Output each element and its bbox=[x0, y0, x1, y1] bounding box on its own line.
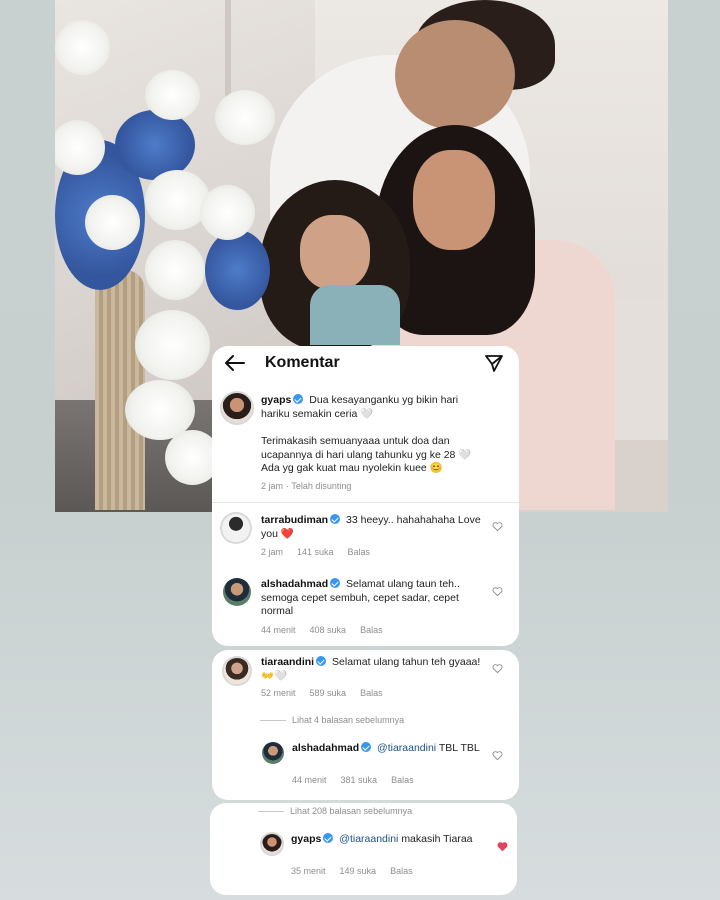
verified-badge-icon bbox=[323, 833, 334, 843]
reply-time: 44 menit bbox=[292, 775, 327, 785]
comment-meta: 44 menit 408 suka Balas bbox=[261, 625, 397, 635]
photo-white-flower bbox=[145, 240, 205, 300]
back-arrow-icon[interactable] bbox=[224, 354, 246, 372]
view-replies-label[interactable]: Lihat 4 balasan sebelumnya bbox=[292, 715, 404, 725]
reply-button[interactable]: Balas bbox=[360, 688, 383, 698]
comment-text: alshadahmad Selamat ulang taun teh.. sem… bbox=[261, 578, 489, 619]
photo-white-flower bbox=[145, 70, 200, 120]
avatar[interactable] bbox=[222, 514, 250, 542]
reply-body: makasih Tiaraa bbox=[401, 833, 473, 845]
more-line bbox=[260, 720, 286, 722]
username[interactable]: alshadahmad bbox=[261, 578, 328, 590]
photo-woman-face bbox=[413, 150, 495, 250]
comment-likes[interactable]: 408 suka bbox=[310, 625, 347, 635]
avatar[interactable] bbox=[222, 393, 252, 423]
reply-likes[interactable]: 149 suka bbox=[340, 866, 377, 876]
caption-meta: 2 jam · Telah disunting bbox=[261, 481, 365, 491]
heart-icon[interactable] bbox=[492, 663, 503, 674]
reply-button[interactable]: Balas bbox=[391, 775, 414, 785]
avatar[interactable] bbox=[224, 658, 250, 684]
caption-text: gyaps Dua kesayanganku yg bikin hari har… bbox=[261, 394, 481, 421]
photo-child-face bbox=[300, 215, 370, 290]
username[interactable]: gyaps bbox=[291, 833, 321, 845]
heart-icon[interactable] bbox=[492, 586, 503, 597]
verified-badge-icon bbox=[293, 394, 304, 404]
comment-likes[interactable]: 589 suka bbox=[310, 688, 347, 698]
comment-thread-card: tiaraandini Selamat ulang tahun teh gyaa… bbox=[212, 650, 519, 800]
username[interactable]: tiaraandini bbox=[261, 656, 314, 668]
reply-likes[interactable]: 381 suka bbox=[341, 775, 378, 785]
comment-meta: 52 menit 589 suka Balas bbox=[261, 688, 397, 698]
verified-badge-icon bbox=[316, 656, 327, 666]
heart-icon[interactable] bbox=[492, 521, 503, 532]
caption-time: 2 jam bbox=[261, 481, 284, 491]
comment-time: 52 menit bbox=[261, 688, 296, 698]
avatar[interactable] bbox=[262, 834, 282, 854]
comment-time: 2 jam bbox=[261, 547, 284, 557]
photo-blue-flowers bbox=[205, 230, 270, 310]
comment-meta: 2 jam 141 suka Balas bbox=[261, 547, 384, 557]
divider bbox=[212, 502, 519, 503]
comments-header: Komentar bbox=[212, 346, 519, 380]
photo-white-flower bbox=[145, 170, 210, 230]
mention-link[interactable]: @tiaraandini bbox=[339, 833, 398, 845]
verified-badge-icon bbox=[330, 578, 341, 588]
avatar[interactable] bbox=[223, 578, 251, 606]
more-line bbox=[258, 811, 284, 813]
reply-body: TBL TBL bbox=[438, 742, 480, 754]
reply-button[interactable]: Balas bbox=[390, 866, 413, 876]
avatar[interactable] bbox=[262, 742, 284, 764]
view-replies-label[interactable]: Lihat 208 balasan sebelumnya bbox=[290, 806, 412, 816]
photo-white-flower bbox=[200, 185, 255, 240]
comment-likes[interactable]: 141 suka bbox=[297, 547, 334, 557]
username[interactable]: alshadahmad bbox=[292, 742, 359, 754]
reply-meta: 35 menit 149 suka Balas bbox=[291, 866, 427, 876]
page-title: Komentar bbox=[265, 354, 340, 371]
reply-card: Lihat 208 balasan sebelumnya gyaps @tiar… bbox=[210, 803, 517, 895]
verified-badge-icon bbox=[330, 514, 341, 524]
caption-edited: · Telah disunting bbox=[286, 481, 352, 491]
photo-white-flower bbox=[55, 20, 110, 75]
photo-white-flower bbox=[85, 195, 140, 250]
comment-text: tiaraandini Selamat ulang tahun teh gyaa… bbox=[261, 656, 489, 683]
mention-link[interactable]: @tiaraandini bbox=[377, 742, 436, 754]
view-previous-replies[interactable]: Lihat 4 balasan sebelumnya bbox=[260, 715, 404, 725]
username[interactable]: gyaps bbox=[261, 394, 291, 406]
photo-child-dress bbox=[310, 285, 400, 345]
photo-white-flower bbox=[215, 90, 275, 145]
comment-text: tarrabudiman 33 heeyy.. hahahahaha Love … bbox=[261, 514, 491, 541]
verified-badge-icon bbox=[361, 742, 372, 752]
reply-button[interactable]: Balas bbox=[348, 547, 371, 557]
comments-card: Komentar gyaps Dua kesayanganku yg bikin… bbox=[212, 346, 519, 646]
send-icon[interactable] bbox=[484, 353, 504, 373]
reply-time: 35 menit bbox=[291, 866, 326, 876]
heart-icon[interactable] bbox=[497, 841, 508, 852]
caption-text-2: Terimakasih semuanyaaa untuk doa dan uca… bbox=[261, 435, 472, 474]
reply-text: gyaps @tiaraandini makasih Tiaraa bbox=[291, 833, 486, 847]
heart-icon[interactable] bbox=[492, 750, 503, 761]
view-previous-replies[interactable]: Lihat 208 balasan sebelumnya bbox=[258, 806, 412, 816]
reply-meta: 44 menit 381 suka Balas bbox=[292, 775, 428, 785]
photo-man-face bbox=[395, 20, 515, 130]
reply-text: alshadahmad @tiaraandini TBL TBL bbox=[292, 742, 487, 756]
comment-time: 44 menit bbox=[261, 625, 296, 635]
username[interactable]: tarrabudiman bbox=[261, 514, 328, 526]
reply-button[interactable]: Balas bbox=[360, 625, 383, 635]
photo-white-flower bbox=[135, 310, 210, 380]
